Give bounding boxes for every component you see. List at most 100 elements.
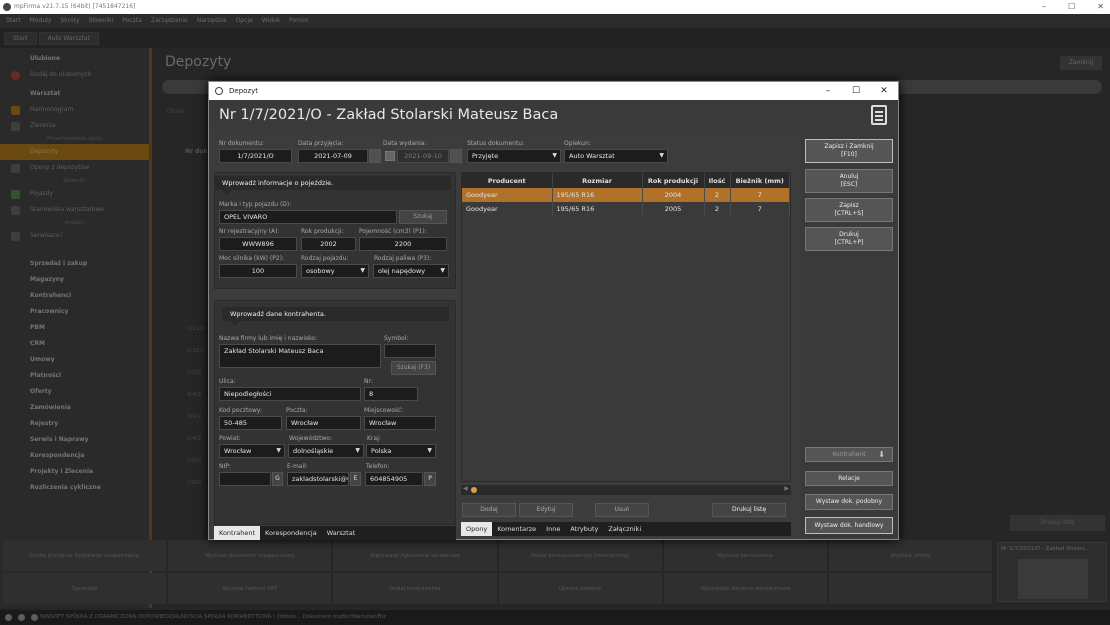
sidebar-section-kontrahenci[interactable]: Kontrahenci (0, 288, 149, 304)
sidebar-pojazdy[interactable]: Pojazdy (0, 186, 149, 202)
action-dodaj-przyjecie[interactable]: Dodaj przyjęcie Szybkiego uzupełniania (3, 540, 167, 571)
maximize-icon[interactable]: ☐ (1068, 0, 1075, 14)
bg-print-list-button[interactable]: Drukuj listę (1010, 515, 1105, 531)
menu-pomoc[interactable]: Pomoc (289, 14, 309, 28)
sidebar-section-projekty[interactable]: Projekty i Zlecenia (0, 464, 149, 480)
nip-field[interactable] (219, 472, 271, 486)
col-ilosc[interactable]: Ilość (704, 173, 731, 188)
poczta-field[interactable]: Wrocław (286, 416, 361, 430)
tab-opony[interactable]: Opony (461, 522, 493, 536)
scroll-right-icon[interactable]: ▶ (784, 485, 789, 492)
document-icon[interactable] (871, 105, 887, 125)
sidebar-section-pbm[interactable]: PBM (0, 320, 149, 336)
tab-warsztat[interactable]: Warsztat (322, 526, 361, 540)
sidebar-section-zamowienia[interactable]: Zamówienia (0, 400, 149, 416)
scroll-thumb[interactable] (471, 487, 477, 493)
action-wystaw-magazynowy[interactable]: Wystaw dokument magazynowy (168, 540, 332, 571)
sidebar-section-korespondencja[interactable]: Korespondencja (0, 448, 149, 464)
sidebar-section-serwis[interactable]: Serwis i Naprawy (0, 432, 149, 448)
action-zadanie[interactable]: Utwórz zadanie (498, 573, 662, 604)
menu-slowniki[interactable]: Słowniki (89, 14, 114, 28)
horizontal-scrollbar[interactable]: ◀ ▶ (461, 485, 791, 495)
scroll-left-icon[interactable]: ◀ (463, 485, 468, 492)
tab-komentarze[interactable]: Komentarze (492, 522, 541, 536)
szukaj-pojazd-button[interactable]: Szukaj (399, 210, 447, 224)
zapisz-button[interactable]: Zapisz [CTRL+S] (805, 198, 893, 222)
sidebar-warsztat[interactable]: Warsztat (0, 86, 149, 102)
minimize-icon[interactable]: – (1042, 0, 1046, 14)
email-field[interactable]: zakladstolarski@wp (287, 472, 349, 486)
table-row[interactable]: Goodyear 195/65 R16 2005 2 7 (462, 202, 790, 216)
rodzaj-paliwa-select[interactable]: olej napędowy ▼ (373, 264, 449, 278)
data-wydania-field[interactable]: 2021-09-10 (397, 149, 449, 163)
menu-start[interactable]: Start (6, 14, 21, 28)
wojewodztwo-select[interactable]: dolnośląskie ▼ (288, 444, 364, 458)
sidebar-harmonogram[interactable]: Harmonogram (0, 102, 149, 118)
table-row[interactable]: Goodyear 195/65 R16 2004 2 7 (462, 188, 790, 202)
sidebar-section-umowy[interactable]: Umowy (0, 352, 149, 368)
data-przyjecia-field[interactable]: 2021-07-09 (298, 149, 368, 163)
sidebar-dodaj-ulubione[interactable]: Dodaj do ulubionych (0, 67, 149, 83)
relacje-button[interactable]: Relacje (805, 471, 893, 486)
sidebar-section-magazyny[interactable]: Magazyny (0, 272, 149, 288)
col-producent[interactable]: Producent (462, 173, 553, 188)
tab-atrybuty[interactable]: Atrybuty (565, 522, 603, 536)
nr-rej-field[interactable]: WWW896 (219, 237, 297, 251)
sidebar-ulubione[interactable]: Ulubione (0, 51, 149, 67)
col-bieznik[interactable]: Bieżnik (mm) (730, 173, 790, 188)
tab-korespondencja[interactable]: Korespondencja (260, 526, 322, 540)
kontrahent-button[interactable]: Kontrahent ⬇ (805, 447, 893, 462)
kraj-select[interactable]: Polska ▼ (366, 444, 436, 458)
marka-field[interactable]: OPEL VIVARO (219, 210, 397, 224)
sidebar-section-rozliczenia[interactable]: Rozliczenia cykliczne (0, 480, 149, 496)
opiekun-select[interactable]: Auto Warsztat ▼ (564, 149, 668, 163)
menu-widok[interactable]: Widok (262, 14, 280, 28)
nr-field[interactable]: 8 (364, 387, 418, 401)
action-oferta[interactable]: Wystaw ofertę (828, 540, 992, 571)
window-thumbnail[interactable]: Nr 1/7/2021/O - Zakład Stolars... (997, 542, 1107, 602)
menu-opcje[interactable]: Opcje (236, 14, 253, 28)
tab-start[interactable]: Start (4, 31, 37, 45)
email-send-button[interactable]: E (350, 472, 361, 486)
action-kontrahent[interactable]: Dodaj kontrahenta (333, 573, 497, 604)
pojemnosc-field[interactable]: 2200 (359, 237, 447, 251)
sidebar-opony[interactable]: Opony z depozytów (0, 160, 149, 176)
wystaw-podobny-button[interactable]: Wystaw dok. podobny (805, 494, 893, 510)
minimize-icon[interactable]: – (814, 82, 842, 100)
szukaj-kontrahent-button[interactable]: Szukaj (F3) (391, 361, 436, 375)
menu-narzedzia[interactable]: Narzędzia (197, 14, 227, 28)
sidebar-serwisanci[interactable]: Serwisanci (0, 228, 149, 244)
calendar-icon[interactable] (369, 149, 381, 163)
sidebar-section-pracownicy[interactable]: Pracownicy (0, 304, 149, 320)
close-module-button[interactable]: Zamknij (1060, 56, 1102, 70)
rok-field[interactable]: 2002 (301, 237, 356, 251)
sidebar-zlecenia[interactable]: Zlecenia (0, 118, 149, 134)
tab-kontrahent[interactable]: Kontrahent (214, 526, 261, 540)
tab-auto-warsztat[interactable]: Auto Warsztat (38, 31, 99, 45)
dodaj-button[interactable]: Dodaj (462, 503, 516, 517)
drukuj-button[interactable]: Drukuj [CTRL+P] (805, 227, 893, 251)
miejscowosc-field[interactable]: Wrocław (364, 416, 436, 430)
status-dokumentu-select[interactable]: Przyjęte ▼ (467, 149, 561, 163)
menu-zarzadzanie[interactable]: Zarządzanie (151, 14, 188, 28)
menu-poczta[interactable]: Poczta (122, 14, 142, 28)
zapisz-zamknij-button[interactable]: Zapisz i Zamknij [F10] (805, 139, 893, 163)
sidebar-depozyty[interactable]: Depozyty (0, 144, 149, 160)
col-rok-produkcji[interactable]: Rok produkcji (642, 173, 705, 188)
tab-inne[interactable]: Inne (541, 522, 565, 536)
edytuj-button[interactable]: Edytuj (519, 503, 573, 517)
moc-field[interactable]: 100 (219, 264, 297, 278)
telefon-call-button[interactable]: P (424, 472, 436, 486)
close-icon[interactable]: ✕ (1097, 0, 1104, 14)
sidebar-section-platnosci[interactable]: Płatności (0, 368, 149, 384)
data-wydania-checkbox[interactable] (385, 151, 395, 161)
calendar-icon[interactable] (450, 149, 462, 163)
sidebar-section-oferty[interactable]: Oferty (0, 384, 149, 400)
close-icon[interactable]: ✕ (870, 82, 898, 100)
action-korespondencja[interactable]: Dodaj korespondencję (zewnętrzną) (498, 540, 662, 571)
drukuj-liste-button[interactable]: Drukuj listę (712, 503, 786, 517)
action-zlecenie[interactable]: Wprowadź zlecenie warsztatowe (663, 573, 827, 604)
powiat-select[interactable]: Wrocław ▼ (219, 444, 285, 458)
nr-dokumentu-field[interactable]: 1/7/2021/O (219, 149, 292, 163)
sidebar-section-crm[interactable]: CRM (0, 336, 149, 352)
